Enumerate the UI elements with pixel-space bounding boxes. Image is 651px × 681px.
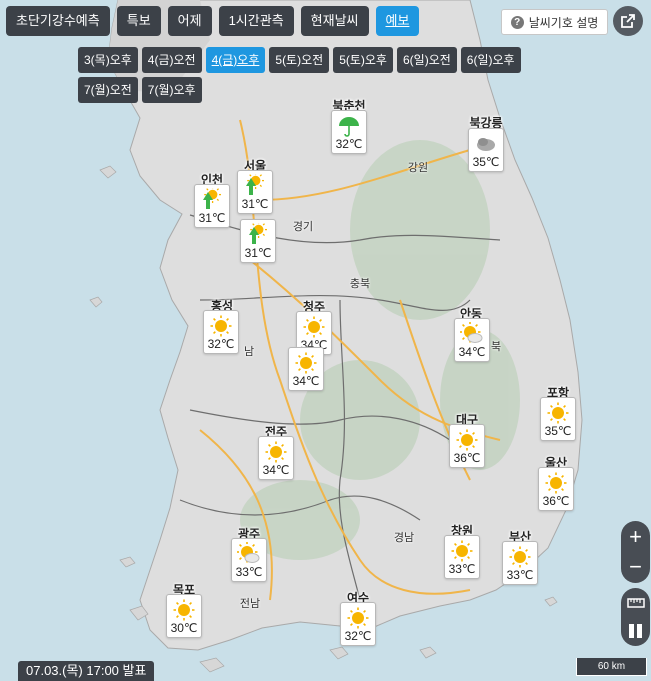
sun-icon (265, 441, 287, 463)
layers-icon[interactable] (627, 622, 645, 640)
region-label: 남 (243, 346, 255, 358)
weather-marker[interactable]: 33℃ (502, 541, 538, 585)
sun-icon (456, 429, 478, 451)
legend-button-label: 날씨기호 설명 (528, 15, 599, 30)
temperature-value: 32℃ (335, 137, 363, 151)
sun-icon (451, 540, 473, 562)
weather-marker[interactable]: 32℃ (331, 110, 367, 154)
temperature-value: 32℃ (207, 337, 235, 351)
weather-marker[interactable]: 36℃ (449, 424, 485, 468)
time-option[interactable]: 6(일)오전 (396, 47, 457, 73)
weather-marker[interactable]: 35℃ (468, 128, 504, 172)
sun-icon (509, 546, 531, 568)
temperature-value: 33℃ (506, 568, 534, 582)
tab-hourly-obs[interactable]: 1시간관측 (218, 6, 294, 36)
cloud-icon (477, 138, 495, 151)
zoom-in-button[interactable]: + (629, 525, 642, 549)
weather-marker[interactable]: 32℃ (340, 602, 376, 646)
weather-marker[interactable]: 33℃ (444, 535, 480, 579)
weather-symbol-legend-button[interactable]: ? 날씨기호 설명 (501, 9, 608, 35)
temperature-value: 34℃ (292, 374, 320, 388)
forecast-time-selector: 3(목)오후 4(금)오전 4(금)오후 5(토)오전 5(토)오후 6(일)오… (78, 47, 528, 103)
time-option[interactable]: 5(토)오후 (333, 47, 393, 73)
temperature-value: 34℃ (458, 345, 486, 359)
sun-icon (210, 315, 232, 337)
time-option[interactable]: 5(토)오전 (269, 47, 330, 73)
sun-icon (347, 607, 369, 629)
sun-rain-icon (203, 188, 222, 209)
weather-marker[interactable]: 33℃ (231, 538, 267, 582)
temperature-value: 33℃ (448, 562, 476, 576)
zoom-out-button[interactable]: − (629, 555, 642, 579)
temperature-value: 33℃ (235, 565, 263, 579)
temperature-value: 36℃ (453, 451, 481, 465)
sun-icon (295, 352, 317, 374)
sun-icon (545, 472, 567, 494)
region-label: 전남 (239, 598, 261, 610)
temperature-value: 36℃ (542, 494, 570, 508)
region-label: 북 (490, 341, 502, 353)
help-icon: ? (510, 15, 524, 29)
temperature-value: 31℃ (198, 211, 226, 225)
tab-warnings[interactable]: 특보 (116, 6, 161, 36)
tab-nowcast[interactable]: 초단기강수예측 (6, 6, 110, 36)
sun-cloud-icon (237, 542, 260, 563)
weather-marker[interactable]: 34℃ (454, 318, 490, 362)
issued-time: 07.03.(목) 17:00 발표 (18, 661, 155, 681)
temperature-value: 31℃ (244, 246, 272, 260)
sun-rain-icon (246, 174, 265, 195)
sun-icon (173, 599, 195, 621)
time-option[interactable]: 4(금)오전 (141, 47, 202, 73)
weather-marker[interactable]: 36℃ (538, 467, 574, 511)
time-option[interactable]: 3(목)오후 (78, 47, 138, 73)
external-link-icon (621, 14, 635, 28)
region-label: 강원 (407, 162, 429, 174)
zoom-control: + − (621, 521, 650, 583)
time-option[interactable]: 7(월)오후 (141, 77, 202, 103)
sun-cloud-icon (460, 322, 483, 343)
sun-icon (303, 316, 325, 338)
open-external-button[interactable] (613, 6, 643, 36)
tab-current-weather[interactable]: 현재날씨 (300, 6, 369, 36)
ruler-icon[interactable] (626, 595, 645, 609)
weather-marker[interactable]: 32℃ (203, 310, 239, 354)
region-label: 충북 (349, 278, 371, 290)
temperature-value: 30℃ (170, 621, 198, 635)
temperature-value: 35℃ (472, 155, 500, 169)
sun-icon (547, 402, 569, 424)
region-label: 경남 (393, 532, 415, 544)
weather-marker[interactable]: 31℃ (194, 184, 230, 228)
temperature-value: 31℃ (241, 197, 269, 211)
weather-marker[interactable]: 34℃ (258, 436, 294, 480)
umbrella-icon (339, 117, 359, 137)
weather-marker[interactable]: 30℃ (166, 594, 202, 638)
temperature-value: 35℃ (544, 424, 572, 438)
temperature-value: 32℃ (344, 629, 372, 643)
weather-marker[interactable]: 31℃ (237, 170, 273, 214)
map-scale: 60 km (576, 658, 647, 676)
weather-marker[interactable]: 35℃ (540, 397, 576, 441)
time-option[interactable]: 7(월)오전 (78, 77, 138, 103)
region-label: 경기 (292, 221, 314, 233)
sun-rain-icon (249, 223, 268, 244)
weather-marker[interactable]: 31℃ (240, 219, 276, 263)
view-tabs: 초단기강수예측 특보 어제 1시간관측 현재날씨 예보 (6, 6, 420, 36)
tab-forecast[interactable]: 예보 (375, 6, 420, 36)
map-tools (621, 588, 650, 646)
temperature-value: 34℃ (262, 463, 290, 477)
tab-yesterday[interactable]: 어제 (167, 6, 212, 36)
time-option[interactable]: 6(일)오후 (460, 47, 521, 73)
time-option-selected[interactable]: 4(금)오후 (205, 47, 266, 73)
weather-marker[interactable]: 34℃ (288, 347, 324, 391)
